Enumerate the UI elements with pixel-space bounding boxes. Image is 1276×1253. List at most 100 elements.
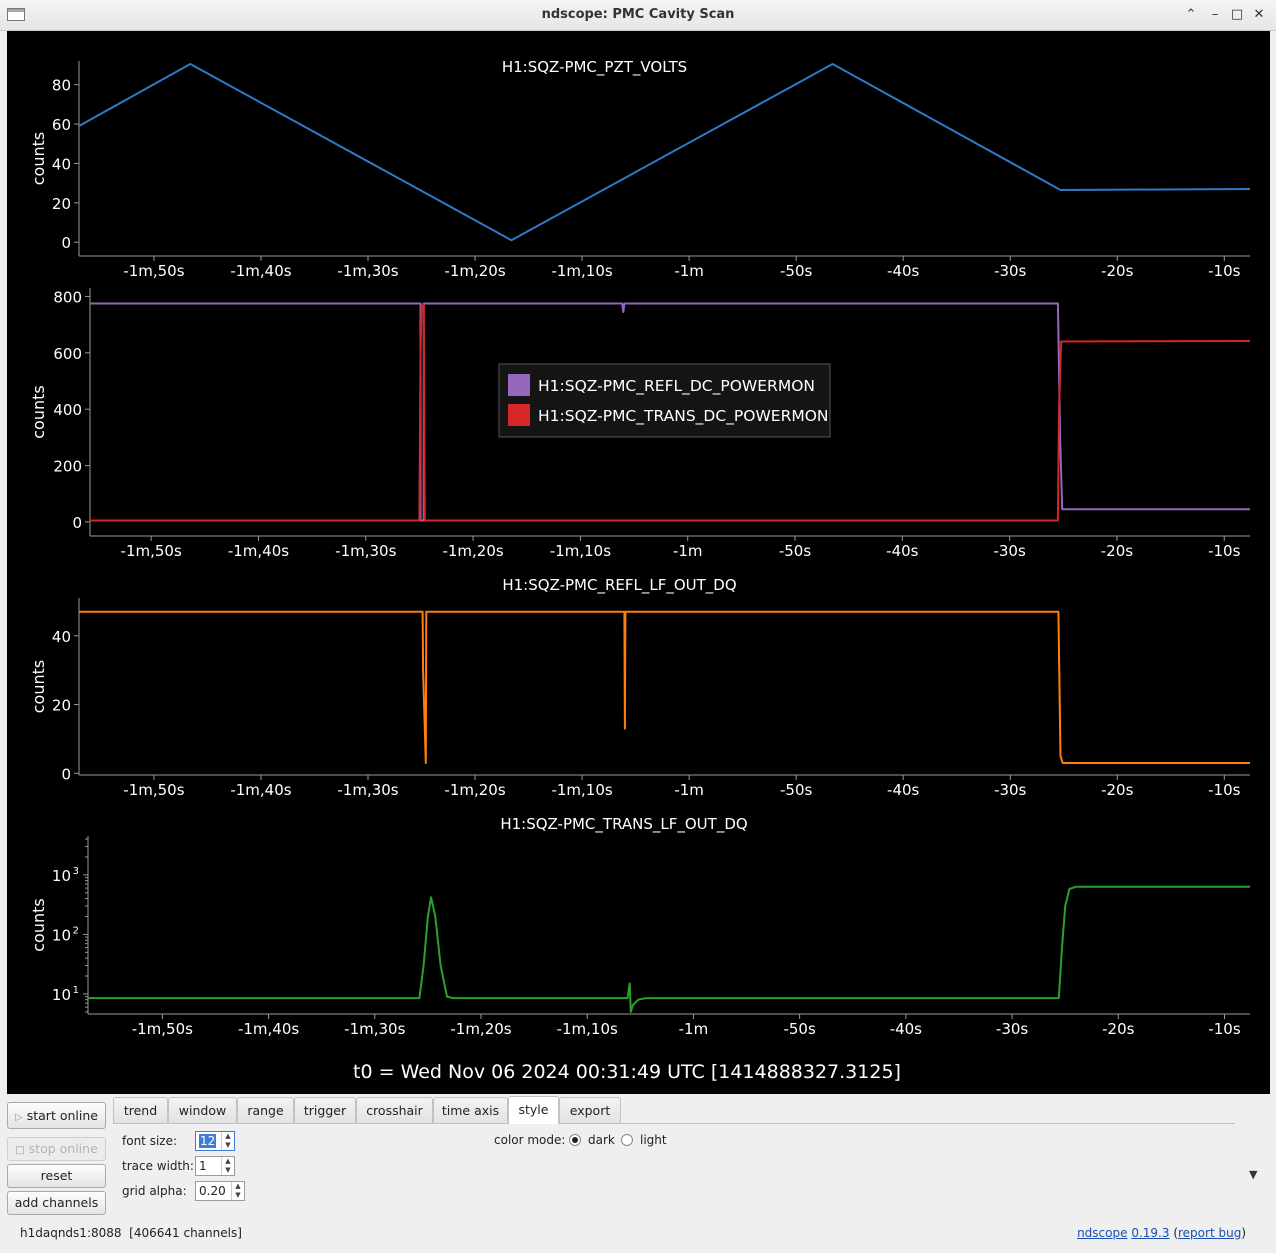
x-tick-label: -10s bbox=[1208, 781, 1240, 799]
y-tick-label: 0 bbox=[61, 765, 71, 783]
trace-width-stepper[interactable]: 1 ▲ ▼ bbox=[195, 1156, 235, 1176]
font-size-arrows[interactable]: ▲ ▼ bbox=[221, 1132, 234, 1150]
down-arrow-icon[interactable]: ▼ bbox=[222, 1141, 234, 1150]
y-tick-label: 10 bbox=[52, 986, 71, 1004]
x-tick-label: -30s bbox=[996, 1020, 1028, 1038]
start-online-button[interactable]: ▷ start online bbox=[7, 1102, 106, 1129]
x-tick-label: -1m bbox=[674, 781, 704, 799]
close-button[interactable]: ✕ bbox=[1250, 6, 1268, 24]
server-address: h1daqnds1:8088 bbox=[20, 1226, 122, 1240]
font-size-value: 12 bbox=[199, 1134, 217, 1148]
y-tick-label: 40 bbox=[52, 155, 71, 173]
add-channels-button[interactable]: add channels bbox=[7, 1191, 106, 1215]
color-mode-label: color mode: bbox=[494, 1133, 566, 1147]
x-tick-label: -40s bbox=[887, 262, 919, 280]
shade-button[interactable]: ⌃ bbox=[1182, 6, 1200, 24]
stop-icon: □ bbox=[15, 1145, 25, 1156]
trace-width-value: 1 bbox=[199, 1159, 207, 1173]
plot-panel-1: 0 20 40 60 80 counts -1m,50s -1m,40s -1m,30s -1m,… bbox=[29, 58, 1250, 280]
tab-trend[interactable]: trend bbox=[113, 1097, 168, 1123]
x-tick-label: -1m,40s bbox=[230, 262, 291, 280]
x-tick-label: -1m bbox=[673, 542, 703, 560]
x-tick-label: -1m bbox=[674, 262, 704, 280]
x-tick-label: -1m,30s bbox=[344, 1020, 405, 1038]
dark-label[interactable]: dark bbox=[588, 1133, 615, 1147]
x-tick-label: -20s bbox=[1101, 262, 1133, 280]
plot-panel-3: 0 20 40counts -1m,50s -1m,40s -1m,30s -1m,20s -… bbox=[29, 576, 1250, 799]
grid-alpha-stepper[interactable]: 0.20 ▲ ▼ bbox=[195, 1181, 245, 1201]
x-tick-label: -20s bbox=[1101, 542, 1133, 560]
stop-online-label: stop online bbox=[28, 1141, 98, 1156]
x-tick-label: -1m bbox=[679, 1020, 709, 1038]
x-tick-label: -40s bbox=[887, 781, 919, 799]
light-radio[interactable] bbox=[621, 1134, 633, 1146]
x-tick-label: -50s bbox=[783, 1020, 815, 1038]
x-tick-label: -1m,50s bbox=[123, 781, 184, 799]
dark-radio[interactable] bbox=[569, 1134, 581, 1146]
version-link[interactable]: 0.19.3 bbox=[1131, 1226, 1169, 1240]
start-online-label: start online bbox=[26, 1108, 98, 1123]
x-tick-label: -40s bbox=[890, 1020, 922, 1038]
light-label[interactable]: light bbox=[640, 1133, 667, 1147]
x-tick-label: -40s bbox=[886, 542, 918, 560]
x-tick-label: -30s bbox=[994, 262, 1026, 280]
x-tick-label: -1m,10s bbox=[557, 1020, 618, 1038]
status-server: h1daqnds1:8088 [406641 channels] bbox=[20, 1226, 242, 1240]
y-axis-label: counts bbox=[29, 660, 48, 713]
down-arrow-icon[interactable]: ▼ bbox=[232, 1191, 244, 1200]
up-arrow-icon[interactable]: ▲ bbox=[232, 1182, 244, 1191]
reset-button[interactable]: reset bbox=[7, 1164, 106, 1188]
tab-panel-border bbox=[113, 1123, 1235, 1124]
up-arrow-icon[interactable]: ▲ bbox=[222, 1157, 234, 1166]
x-tick-label: -1m,50s bbox=[121, 542, 182, 560]
y-tick-label: 800 bbox=[53, 288, 82, 306]
plots-canvas[interactable]: 020406080counts-1m,50s -1m,40s -1m,30s -1m,… bbox=[7, 31, 1270, 1094]
x-tick-label: -20s bbox=[1102, 1020, 1134, 1038]
x-tick-label: -1m,20s bbox=[444, 781, 505, 799]
x-tick-label: -50s bbox=[780, 262, 812, 280]
status-version: ndscope 0.19.3 (report bug) bbox=[1077, 1226, 1246, 1240]
y-tick-label: 0 bbox=[72, 514, 82, 532]
x-tick-label: -1m,30s bbox=[335, 542, 396, 560]
series-line-1 bbox=[79, 63, 1250, 242]
x-tick-label: -1m,20s bbox=[444, 262, 505, 280]
ndscope-link[interactable]: ndscope bbox=[1077, 1226, 1127, 1240]
grid-alpha-label: grid alpha: bbox=[122, 1184, 187, 1198]
tab-time-axis[interactable]: time axis bbox=[433, 1097, 508, 1123]
x-tick-label: -30s bbox=[993, 542, 1025, 560]
x-tick-label: -1m,40s bbox=[238, 1020, 299, 1038]
minimize-button[interactable]: – bbox=[1206, 6, 1224, 24]
plot-title: H1:SQZ-PMC_REFL_LF_OUT_DQ bbox=[502, 576, 736, 595]
channel-count: [406641 channels] bbox=[129, 1226, 242, 1240]
x-tick-label: -1m,10s bbox=[550, 542, 611, 560]
x-tick-label: -50s bbox=[780, 781, 812, 799]
x-tick-label: -1m,50s bbox=[132, 1020, 193, 1038]
tab-window[interactable]: window bbox=[168, 1097, 237, 1123]
x-tick-label: -30s bbox=[994, 781, 1026, 799]
font-size-stepper[interactable]: 12 ▲ ▼ bbox=[195, 1131, 235, 1151]
t0-label: t0 = Wed Nov 06 2024 00:31:49 UTC [14148… bbox=[353, 1061, 901, 1083]
tab-style[interactable]: style bbox=[508, 1096, 559, 1124]
plot-area[interactable]: 0 20 40 60 80 counts -1m,50s -1m,40s -1m,30s -1m,… bbox=[7, 31, 1270, 1094]
report-bug-link[interactable]: report bug bbox=[1178, 1226, 1241, 1240]
maximize-button[interactable]: □ bbox=[1228, 6, 1246, 24]
tab-range[interactable]: range bbox=[237, 1097, 294, 1123]
trace-width-arrows[interactable]: ▲ ▼ bbox=[221, 1157, 234, 1175]
down-arrow-icon[interactable]: ▼ bbox=[222, 1166, 234, 1175]
y-tick-label: 600 bbox=[53, 345, 82, 363]
y-tick-label: 40 bbox=[52, 628, 71, 646]
series-line-1 bbox=[88, 885, 1250, 1013]
tab-export[interactable]: export bbox=[559, 1097, 621, 1123]
legend-swatch bbox=[508, 374, 530, 396]
up-arrow-icon[interactable]: ▲ bbox=[222, 1132, 234, 1141]
x-tick-label: -50s bbox=[779, 542, 811, 560]
x-tick-label: -1m,50s bbox=[123, 262, 184, 280]
x-tick-label: -1m,40s bbox=[228, 542, 289, 560]
legend-box bbox=[498, 363, 831, 438]
y-tick-label: 20 bbox=[52, 195, 71, 213]
y-tick-label: 400 bbox=[53, 401, 82, 419]
collapse-panel-icon[interactable]: ▼ bbox=[1249, 1168, 1257, 1181]
tab-crosshair[interactable]: crosshair bbox=[356, 1097, 433, 1123]
grid-alpha-arrows[interactable]: ▲ ▼ bbox=[231, 1182, 244, 1200]
tab-trigger[interactable]: trigger bbox=[294, 1097, 356, 1123]
